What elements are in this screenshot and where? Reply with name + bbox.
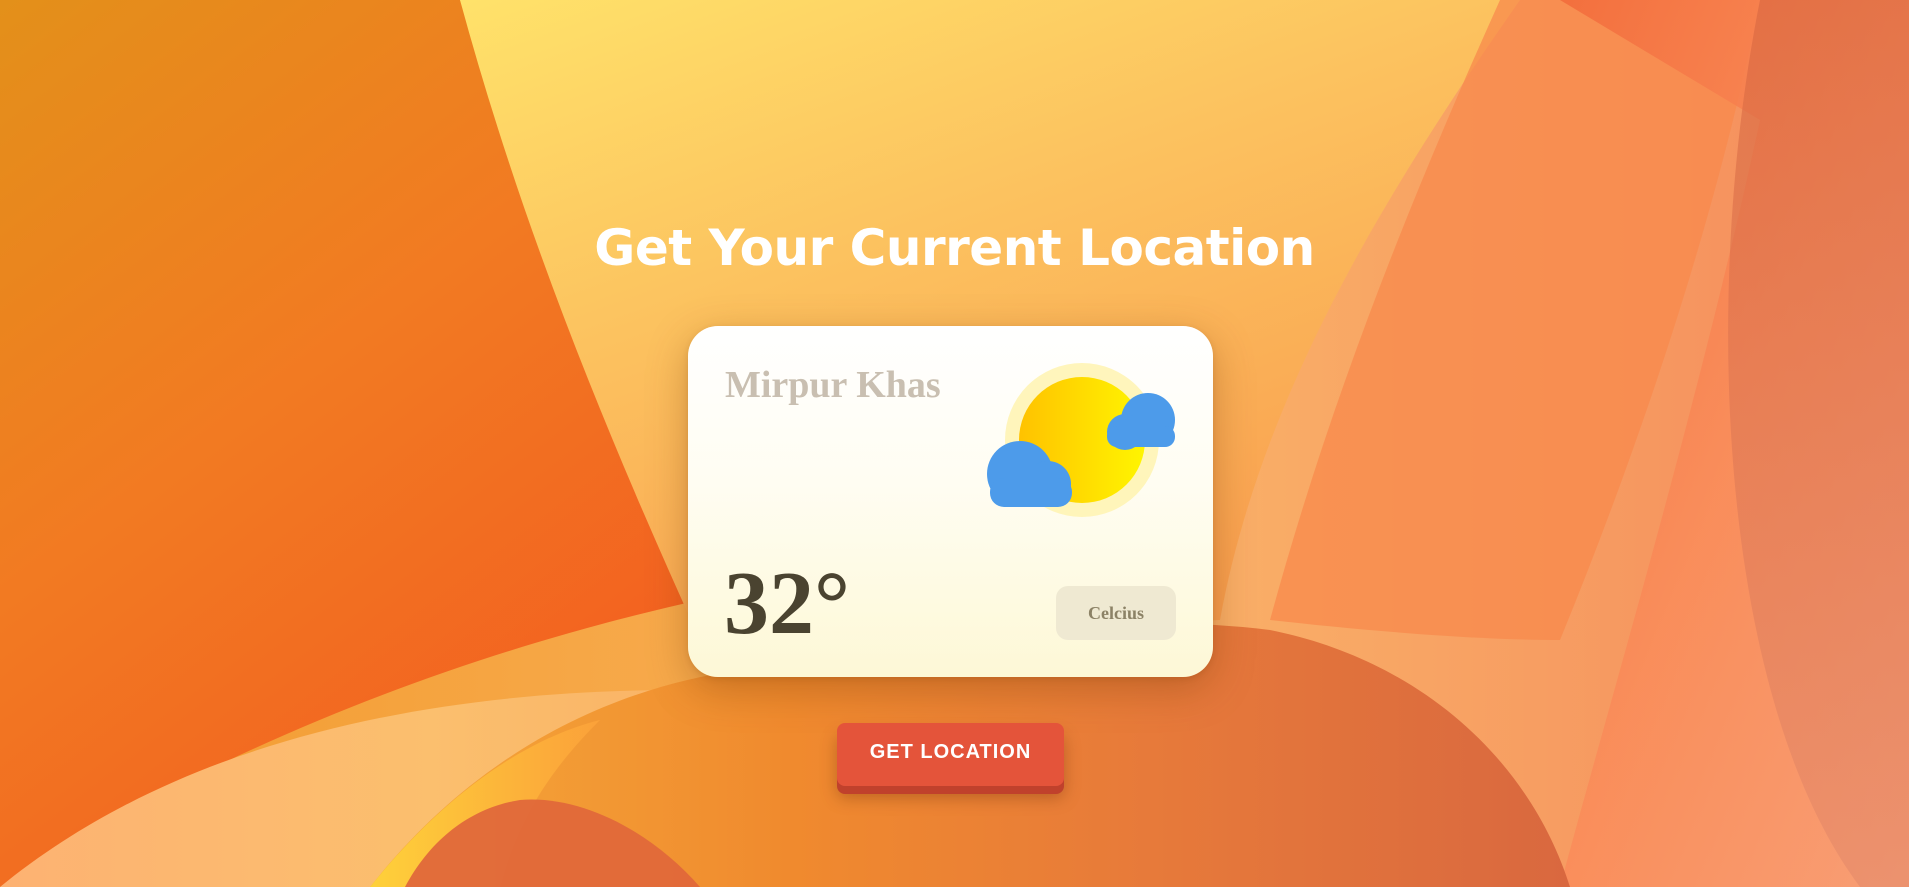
temperature-value: 32° [724, 554, 850, 653]
sun-with-clouds-icon [987, 363, 1175, 517]
weather-card: Mirpur Khas 32° Celcius [688, 326, 1213, 677]
page-title: Get Your Current Location [594, 219, 1315, 277]
city-name: Mirpur Khas [725, 364, 941, 406]
unit-toggle-button[interactable]: Celcius [1056, 586, 1176, 640]
get-location-button[interactable]: GET LOCATION [837, 723, 1064, 786]
